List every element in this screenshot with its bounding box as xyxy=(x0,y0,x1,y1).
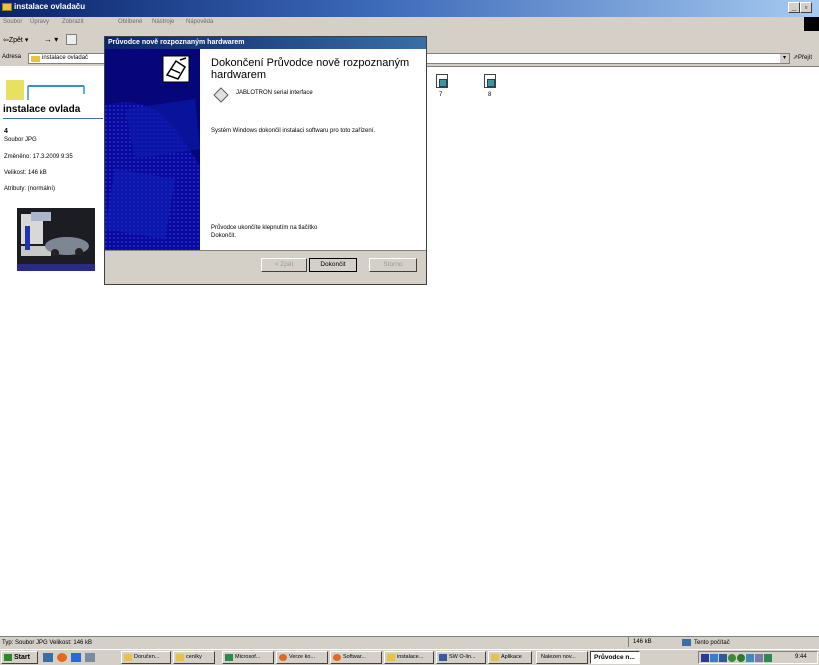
clock: 9:44 xyxy=(795,654,807,660)
start-button[interactable]: Start xyxy=(1,651,38,664)
folder-heading: instalace ovlada xyxy=(3,104,81,115)
show-desktop-icon[interactable] xyxy=(43,653,53,662)
window-title: instalace ovladaču xyxy=(14,2,86,11)
folder-icon xyxy=(387,654,395,661)
tray-icon[interactable] xyxy=(764,654,772,662)
menu-tools[interactable]: Nástroje xyxy=(152,19,174,25)
menu-edit[interactable]: Úpravy xyxy=(30,19,49,25)
device-icon xyxy=(213,87,229,103)
device-name: JABLOTRON serial interface xyxy=(236,90,313,96)
forward-button[interactable]: → ▾ xyxy=(44,35,58,44)
system-tray: 9:44 xyxy=(698,651,818,664)
taskbar: Start Doručen... ceníky Microsof... Verz… xyxy=(0,649,819,665)
folder-banner-icon xyxy=(6,80,85,100)
file-icon[interactable] xyxy=(484,74,496,88)
hardware-install-icon xyxy=(162,55,190,83)
file-label[interactable]: 7 xyxy=(439,92,442,98)
explorer-titlebar: instalace ovladaču _ ▫ xyxy=(0,0,819,17)
tray-icon[interactable] xyxy=(701,654,709,662)
tray-icon[interactable] xyxy=(755,654,763,662)
button-divider xyxy=(105,250,426,251)
status-bar: Typ: Soubor JPG Velikost: 146 kB 146 kB … xyxy=(0,636,819,649)
wizard-banner xyxy=(105,49,200,250)
status-zone: Tento počítač xyxy=(694,640,730,646)
file-attributes: Atributy: (normální) xyxy=(4,186,56,192)
folder-icon xyxy=(491,654,499,661)
status-text: Typ: Soubor JPG Velikost: 146 kB xyxy=(2,640,93,646)
modified-date: Změněno: 17.3.2009 9:35 xyxy=(4,154,73,160)
taskbar-item[interactable]: Nalezen nov... xyxy=(536,651,588,664)
excel-icon xyxy=(225,654,233,661)
minimize-button[interactable]: _ xyxy=(788,2,800,13)
folder-info-pane: instalace ovlada 4 Soubor JPG Změněno: 1… xyxy=(0,66,104,636)
heading-divider xyxy=(3,118,103,119)
tray-icon[interactable] xyxy=(737,654,745,662)
menu-bar: Soubor Úpravy Zobrazit Oblíbené Nástroje… xyxy=(0,17,819,32)
finish-instruction: Průvodce ukončíte klepnutím na tlačítko … xyxy=(211,225,318,239)
tray-icon[interactable] xyxy=(728,654,736,662)
folder-icon xyxy=(31,56,40,62)
menu-file[interactable]: Soubor xyxy=(3,19,22,25)
status-size: 146 kB xyxy=(628,637,681,647)
firefox-icon xyxy=(333,654,341,661)
taskbar-item-active[interactable]: Průvodce n... xyxy=(590,651,640,664)
tray-icon[interactable] xyxy=(719,654,727,662)
folder-icon xyxy=(2,3,12,11)
selected-item-type: Soubor JPG xyxy=(4,137,37,143)
folder-icon xyxy=(176,654,184,661)
windows-flag-icon xyxy=(4,654,12,661)
dialog-title: Průvodce nově rozpoznaným hardwarem xyxy=(105,37,426,49)
firefox-icon[interactable] xyxy=(57,653,67,662)
firefox-icon xyxy=(279,654,287,661)
wizard-content: Dokončení Průvodce nově rozpoznaným hard… xyxy=(200,49,426,250)
taskbar-item[interactable]: Microsof... xyxy=(222,651,274,664)
tray-icon[interactable] xyxy=(710,654,718,662)
up-folder-icon[interactable] xyxy=(66,34,77,45)
cancel-button[interactable]: Storno xyxy=(369,258,417,272)
computer-icon xyxy=(682,639,691,646)
quicklaunch-icon[interactable] xyxy=(85,653,95,662)
ie-icon[interactable] xyxy=(71,653,81,662)
taskbar-item[interactable]: Softwar... xyxy=(330,651,382,664)
folder-icon xyxy=(124,654,132,661)
taskbar-item[interactable]: Doručen... xyxy=(121,651,171,664)
menu-view[interactable]: Zobrazit xyxy=(62,19,84,25)
wizard-heading: Dokončení Průvodce nově rozpoznaným hard… xyxy=(211,57,410,81)
address-label: Adresa xyxy=(2,54,22,60)
completion-message: Systém Windows dokončil instalaci softwa… xyxy=(211,128,376,134)
maximize-button[interactable]: ▫ xyxy=(800,2,812,13)
back-button[interactable]: < Zpět xyxy=(261,258,307,272)
network-icon[interactable] xyxy=(746,654,754,662)
finish-button[interactable]: Dokončit xyxy=(309,258,357,272)
dropdown-arrow-icon[interactable]: ▾ xyxy=(780,54,789,63)
go-button[interactable]: ⇗Přejít xyxy=(793,54,812,61)
file-size: Velikost: 146 kB xyxy=(4,170,47,176)
app-icon xyxy=(439,654,447,661)
file-icon[interactable] xyxy=(436,74,448,88)
taskbar-item[interactable]: ceníky xyxy=(173,651,215,664)
hardware-wizard-dialog: Průvodce nově rozpoznaným hardwarem Doko… xyxy=(104,36,427,285)
menu-favorites[interactable]: Oblíbené xyxy=(118,19,142,25)
taskbar-item[interactable]: Aplikace xyxy=(488,651,532,664)
windows-logo-icon xyxy=(804,17,819,31)
taskbar-item[interactable]: Verze ko... xyxy=(276,651,328,664)
menu-help[interactable]: Nápověda xyxy=(186,19,213,25)
image-preview-thumbnail xyxy=(17,208,95,271)
taskbar-item[interactable]: instalace... xyxy=(384,651,434,664)
back-button[interactable]: ⇦Zpět ▾ xyxy=(3,36,28,44)
selected-item-name: 4 xyxy=(4,128,8,135)
file-label[interactable]: 8 xyxy=(488,92,491,98)
taskbar-item[interactable]: SW O-lin... xyxy=(436,651,486,664)
